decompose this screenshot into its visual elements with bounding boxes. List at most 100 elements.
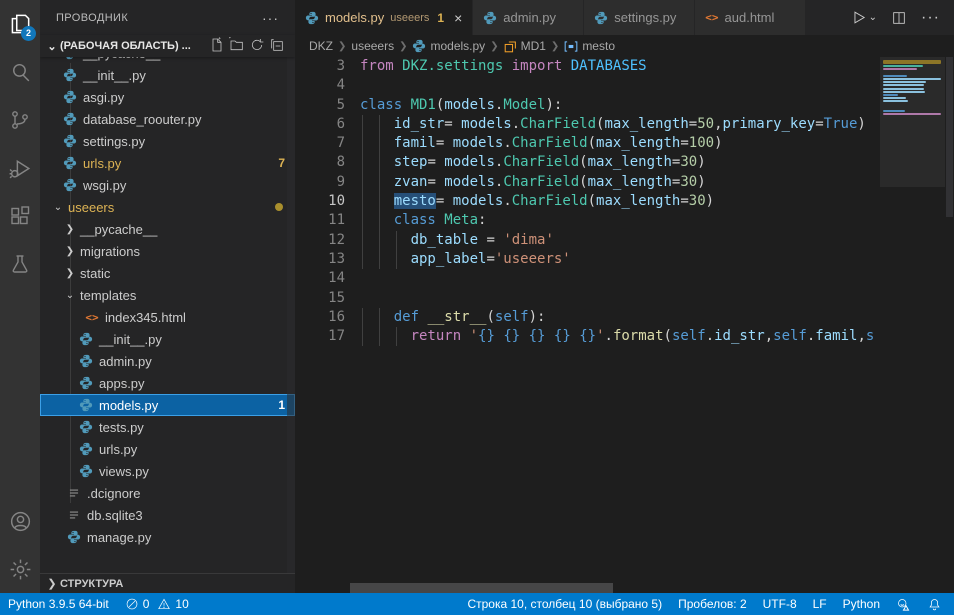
feedback-icon[interactable] xyxy=(888,593,919,615)
activity-bar: 2 xyxy=(0,0,40,593)
line-number: 3 xyxy=(295,57,345,76)
tree-file--init-py[interactable]: __init__.py xyxy=(40,64,295,86)
tree-file-index345-html[interactable]: <>index345.html xyxy=(40,306,295,328)
editor-horizontal-scrollbar[interactable] xyxy=(350,583,613,593)
tree-folder-migrations[interactable]: ❯migrations xyxy=(40,240,295,262)
tab-settings-py[interactable]: settings.py xyxy=(584,0,694,35)
line-number: 6 xyxy=(295,115,345,134)
collapse-all-icon[interactable] xyxy=(269,37,285,56)
workspace-section-header[interactable]: ⌄ (РАБОЧАЯ ОБЛАСТЬ) ... xyxy=(40,35,295,57)
tab-problems-badge: 1 xyxy=(437,11,444,25)
close-icon[interactable]: × xyxy=(454,10,462,26)
status-encoding[interactable]: UTF-8 xyxy=(755,593,805,615)
tree-file--init-py[interactable]: __init__.py xyxy=(40,328,295,350)
activitybar-extensions-icon[interactable] xyxy=(0,192,40,240)
code-editor[interactable]: 3from DKZ.settings import DATABASES45cla… xyxy=(295,57,954,593)
code-line-14[interactable]: 14 xyxy=(295,269,954,288)
new-folder-icon[interactable] xyxy=(229,37,245,56)
activitybar-source-control-icon[interactable] xyxy=(0,96,40,144)
tree-file-asgi-py[interactable]: asgi.py xyxy=(40,86,295,108)
tree-file-apps-py[interactable]: apps.py xyxy=(40,372,295,394)
code-line-12[interactable]: 12 db_table = 'dima' xyxy=(295,231,954,250)
tree-item-label: settings.py xyxy=(83,134,145,149)
activitybar-run-debug-icon[interactable] xyxy=(0,144,40,192)
run-button[interactable]: ⌄ xyxy=(850,9,877,26)
chevron-down-icon: ⌄ xyxy=(62,290,78,301)
tree-file--pycache-[interactable]: __pycache__ xyxy=(40,57,295,64)
minimap[interactable] xyxy=(880,57,945,357)
tree-item-label: useeers xyxy=(68,200,114,215)
tree-file-models-py[interactable]: models.py1 xyxy=(40,394,295,416)
tree-file-database-roouter-py[interactable]: database_roouter.py xyxy=(40,108,295,130)
code-line-17[interactable]: 17 return '{} {} {} {} {}'.format(self.i… xyxy=(295,327,954,346)
activitybar-testing-icon[interactable] xyxy=(0,240,40,288)
code-line-6[interactable]: 6 id_str= models.CharField(max_length=50… xyxy=(295,115,954,134)
code-line-15[interactable]: 15 xyxy=(295,289,954,308)
tree-file-admin-py[interactable]: admin.py xyxy=(40,350,295,372)
tree-item-label: __pycache__ xyxy=(83,57,160,61)
activitybar-account-icon[interactable] xyxy=(0,497,40,545)
workspace-name: (РАБОЧАЯ ОБЛАСТЬ) ... xyxy=(60,40,191,52)
breadcrumb-item-models-py[interactable]: models.py xyxy=(412,39,485,53)
status-python-version[interactable]: Python 3.9.5 64-bit xyxy=(0,593,117,615)
code-line-10[interactable]: 10 mesto= models.CharField(max_length=30… xyxy=(295,192,954,211)
breadcrumb-item-mesto[interactable]: mesto xyxy=(564,39,615,53)
tab-models-py[interactable]: models.pyuseeers1× xyxy=(295,0,472,35)
tree-folder-useeers[interactable]: ⌄useeers xyxy=(40,196,295,218)
breadcrumb-item-md1[interactable]: MD1 xyxy=(504,39,546,53)
status-label: Python xyxy=(843,597,880,611)
python-file-icon xyxy=(62,89,78,105)
code-line-11[interactable]: 11 class Meta: xyxy=(295,211,954,230)
activitybar-search-icon[interactable] xyxy=(0,48,40,96)
tree-file-manage-py[interactable]: manage.py xyxy=(40,526,295,548)
code-line-3[interactable]: 3from DKZ.settings import DATABASES xyxy=(295,57,954,76)
notifications-bell-icon[interactable] xyxy=(919,593,954,615)
tree-file-urls-py[interactable]: urls.py xyxy=(40,438,295,460)
status-language-mode[interactable]: Python xyxy=(835,593,888,615)
tree-folder-templates[interactable]: ⌄templates xyxy=(40,284,295,306)
sidebar-scrollbar[interactable] xyxy=(287,57,295,573)
breadcrumb-item-useeers[interactable]: useeers xyxy=(351,39,394,53)
chevron-down-icon[interactable]: ⌄ xyxy=(869,12,877,23)
tree-folder--pycache-[interactable]: ❯__pycache__ xyxy=(40,218,295,240)
status-label: LF xyxy=(813,597,827,611)
line-number: 12 xyxy=(295,231,345,250)
code-line-7[interactable]: 7 famil= models.CharField(max_length=100… xyxy=(295,134,954,153)
breadcrumb-item-dkz[interactable]: DKZ xyxy=(309,39,333,53)
code-line-9[interactable]: 9 zvan= models.CharField(max_length=30) xyxy=(295,173,954,192)
tree-file-db-sqlite3[interactable]: db.sqlite3 xyxy=(40,504,295,526)
breadcrumb-label: models.py xyxy=(430,39,485,53)
tree-item-label: asgi.py xyxy=(83,90,124,105)
vscode-window: 2 ПРОВОДНИК ··· ⌄ (РАБОЧАЯ ОБЛАСТЬ) ... … xyxy=(0,0,954,615)
status-indentation[interactable]: Пробелов: 2 xyxy=(670,593,755,615)
split-editor-button[interactable] xyxy=(891,10,907,26)
explorer-more-icon[interactable]: ··· xyxy=(262,10,279,26)
tree-file--dcignore[interactable]: .dcignore xyxy=(40,482,295,504)
status-cursor-position[interactable]: Строка 10, столбец 10 (выбрано 5) xyxy=(459,593,670,615)
status-problems[interactable]: 010 xyxy=(117,593,197,615)
line-number: 5 xyxy=(295,96,345,115)
tree-file-wsgi-py[interactable]: wsgi.py xyxy=(40,174,295,196)
code-line-8[interactable]: 8 step= models.CharField(max_length=30) xyxy=(295,153,954,172)
tree-file-tests-py[interactable]: tests.py xyxy=(40,416,295,438)
code-line-5[interactable]: 5class MD1(models.Model): xyxy=(295,96,954,115)
code-line-4[interactable]: 4 xyxy=(295,76,954,95)
tab-aud-html[interactable]: <>aud.html xyxy=(695,0,805,35)
tab-label: admin.py xyxy=(503,10,556,25)
tree-folder-static[interactable]: ❯static xyxy=(40,262,295,284)
status-eol[interactable]: LF xyxy=(805,593,835,615)
tree-file-views-py[interactable]: views.py xyxy=(40,460,295,482)
editor-vertical-scrollbar[interactable] xyxy=(945,57,954,593)
code-line-13[interactable]: 13 app_label='useeers' xyxy=(295,250,954,269)
tree-file-settings-py[interactable]: settings.py xyxy=(40,130,295,152)
more-actions-icon[interactable]: ··· xyxy=(921,9,940,27)
activitybar-settings-icon[interactable] xyxy=(0,545,40,593)
tab-admin-py[interactable]: admin.py xyxy=(473,0,583,35)
tree-item-label: admin.py xyxy=(99,354,152,369)
refresh-icon[interactable] xyxy=(249,37,265,56)
new-file-icon[interactable] xyxy=(209,37,225,56)
code-line-16[interactable]: 16 def __str__(self): xyxy=(295,308,954,327)
outline-section-header[interactable]: ❯ СТРУКТУРА xyxy=(40,573,295,593)
tree-file-urls-py[interactable]: urls.py7 xyxy=(40,152,295,174)
activitybar-explorer-icon[interactable]: 2 xyxy=(0,0,40,48)
